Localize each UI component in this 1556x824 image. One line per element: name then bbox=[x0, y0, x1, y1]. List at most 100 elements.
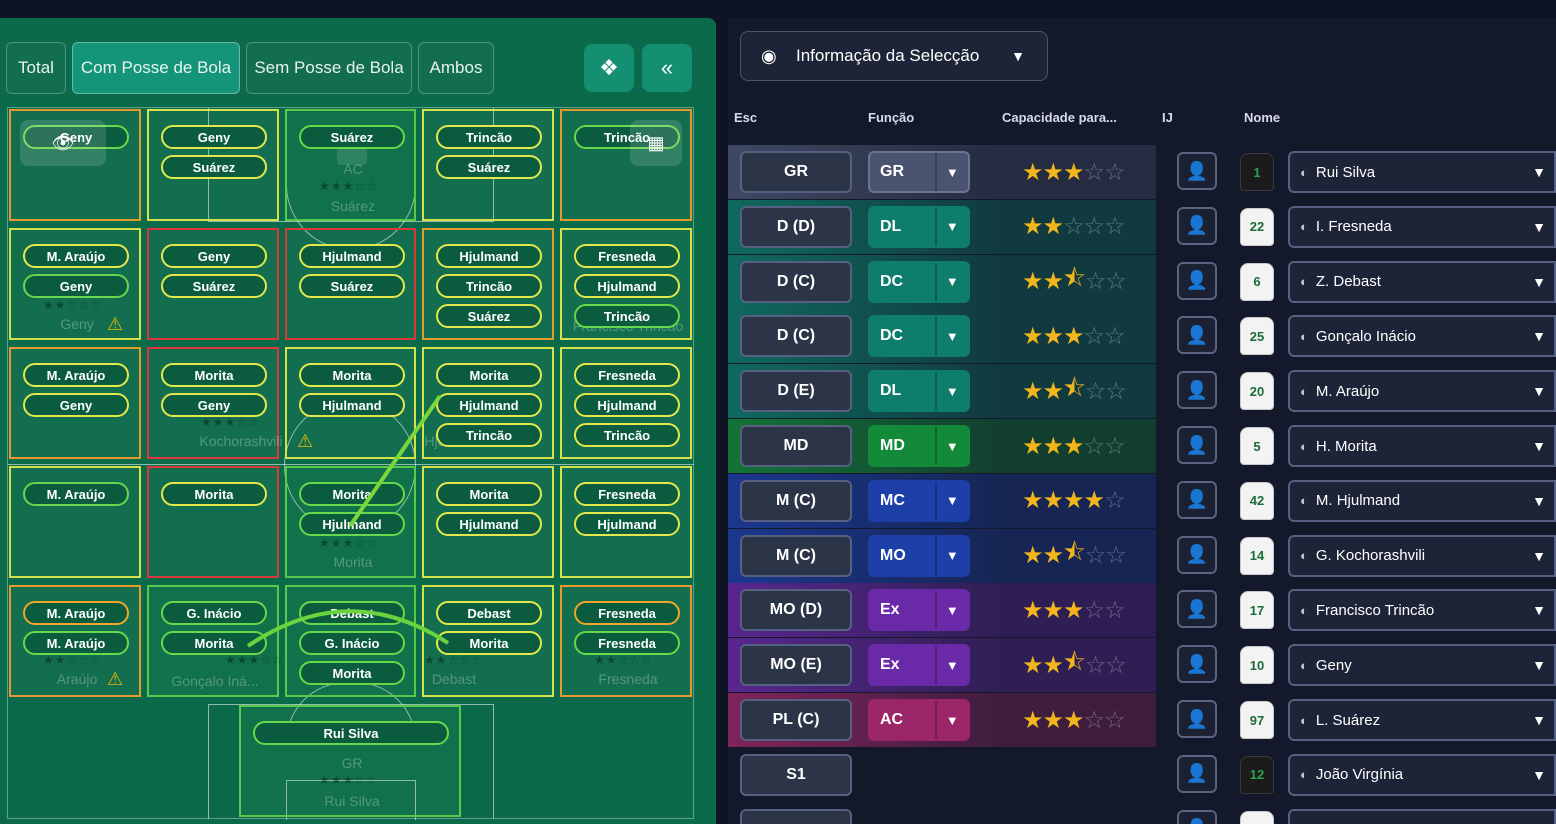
tab-sem-posse[interactable]: Sem Posse de Bola bbox=[246, 42, 412, 94]
position-slot[interactable]: GR bbox=[740, 151, 852, 193]
role-dropdown[interactable]: MO ▼ bbox=[868, 534, 970, 577]
formation-toggle-button[interactable]: ❖ bbox=[584, 44, 634, 92]
player-instructions-button[interactable]: 👤 bbox=[1177, 590, 1217, 629]
star-icon: ☆ bbox=[1104, 596, 1125, 624]
chevron-down-icon[interactable]: ▼ bbox=[1524, 315, 1556, 358]
player-name-dropdown[interactable]: ◐ Geny bbox=[1288, 644, 1528, 687]
chevron-down-icon[interactable]: ▼ bbox=[1524, 644, 1556, 687]
column-header-esc[interactable]: Esc bbox=[734, 110, 757, 125]
table-row[interactable]: D (C) DC ▼ ★ ★ ★ ☆ ☆ 👤 25 ◐ Gonçalo Inácio ▼ bbox=[728, 309, 1556, 364]
player-name-dropdown[interactable]: ◐ Z. Debast bbox=[1288, 260, 1528, 303]
table-row[interactable]: MO (D) Ex ▼ ★ ★ ★ ☆ ☆ 👤 17 ◐ Francisco Trincão ▼ bbox=[728, 583, 1556, 638]
selection-info-dropdown[interactable]: ◉ Informação da Selecção ▼ bbox=[740, 31, 1048, 81]
player-instructions-button[interactable]: 👤 bbox=[1177, 426, 1217, 464]
table-row[interactable]: PL (C) AC ▼ ★ ★ ★ ☆ ☆ 👤 97 ◐ L. Suárez ▼ bbox=[728, 693, 1556, 747]
player-name-dropdown[interactable]: ◐ M. Araújo bbox=[1288, 370, 1528, 413]
table-row[interactable]: D (E) DL ▼ ★ ★ ⯪ ☆ ☆ 👤 20 ◐ M. Araújo ▼ bbox=[728, 364, 1556, 419]
tab-com-posse[interactable]: Com Posse de Bola bbox=[72, 42, 240, 94]
chevron-down-icon[interactable]: ▼ bbox=[1524, 151, 1556, 193]
position-slot[interactable]: D (C) bbox=[740, 315, 852, 358]
shirt-number: 6 bbox=[1240, 262, 1274, 301]
chevron-down-icon[interactable]: ▼ bbox=[1524, 479, 1556, 522]
player-instructions-button[interactable]: 👤 bbox=[1177, 371, 1217, 410]
player-name-dropdown[interactable]: ◐ Francisco Trincão bbox=[1288, 589, 1528, 632]
star-icon: ★ bbox=[1063, 487, 1084, 515]
chevron-down-icon[interactable]: ▼ bbox=[1524, 425, 1556, 467]
role-dropdown[interactable]: Ex ▼ bbox=[868, 644, 970, 687]
player-name: I. Fresneda bbox=[1315, 218, 1392, 236]
table-row[interactable]: S1 👤 12 ◐ João Virgínia ▼ bbox=[728, 748, 1556, 802]
table-row[interactable]: MO (E) Ex ▼ ★ ★ ⯪ ☆ ☆ 👤 10 ◐ Geny ▼ bbox=[728, 638, 1556, 693]
player-instructions-button[interactable]: 👤 bbox=[1177, 809, 1217, 824]
position-slot[interactable]: M (C) bbox=[740, 534, 852, 577]
position-slot[interactable]: D (D) bbox=[740, 205, 852, 248]
chevron-down-icon[interactable]: ▼ bbox=[1524, 589, 1556, 632]
position-slot[interactable]: S1 bbox=[740, 753, 852, 796]
role-dropdown[interactable]: DC ▼ bbox=[868, 315, 970, 358]
role-dropdown[interactable]: DL ▼ bbox=[868, 370, 970, 413]
column-header-capacidade[interactable]: Capacidade para... bbox=[1002, 110, 1117, 125]
position-slot[interactable]: D (E) bbox=[740, 370, 852, 413]
player-instructions-button[interactable]: 👤 bbox=[1177, 754, 1217, 793]
position-slot[interactable]: D (C) bbox=[740, 260, 852, 303]
table-row[interactable]: M (C) MO ▼ ★ ★ ⯪ ☆ ☆ 👤 14 ◐ G. Kochorashvili ▼ bbox=[728, 528, 1556, 583]
chevron-down-icon[interactable]: ▼ bbox=[1524, 260, 1556, 303]
table-row[interactable]: GR GR ▼ ★ ★ ★ ☆ ☆ 👤 1 ◐ Rui Silva ▼ bbox=[728, 145, 1556, 199]
column-header-nome[interactable]: Nome bbox=[1244, 110, 1280, 125]
role-dropdown[interactable]: GR ▼ bbox=[868, 151, 970, 193]
person-icon: 👤 bbox=[1185, 160, 1209, 181]
player-name-dropdown[interactable]: ◐ L. Suárez bbox=[1288, 699, 1528, 741]
tab-ambos[interactable]: Ambos bbox=[418, 42, 494, 94]
player-instructions-button[interactable]: 👤 bbox=[1177, 535, 1217, 574]
role-dropdown[interactable]: MD ▼ bbox=[868, 425, 970, 467]
position-slot[interactable]: MO (E) bbox=[740, 644, 852, 687]
position-slot[interactable] bbox=[740, 808, 852, 824]
player-instructions-button[interactable]: 👤 bbox=[1177, 261, 1217, 300]
role-dropdown[interactable]: MC ▼ bbox=[868, 479, 970, 522]
player-instructions-button[interactable]: 👤 bbox=[1177, 645, 1217, 684]
player-instructions-button[interactable]: 👤 bbox=[1177, 152, 1217, 190]
position-slot[interactable]: MD bbox=[740, 425, 852, 467]
table-row[interactable]: D (C) DC ▼ ★ ★ ⯪ ☆ ☆ 👤 6 ◐ Z. Debast ▼ bbox=[728, 254, 1556, 309]
eye-icon: ◉ bbox=[761, 45, 777, 66]
role-dropdown[interactable]: DC ▼ bbox=[868, 260, 970, 303]
role-dropdown[interactable]: AC ▼ bbox=[868, 699, 970, 741]
player-name-dropdown[interactable]: ◐ João Virgínia bbox=[1288, 753, 1528, 796]
collapse-panel-button[interactable]: « bbox=[642, 44, 692, 92]
role-dropdown[interactable]: DL ▼ bbox=[868, 205, 970, 248]
column-header-ij[interactable]: IJ bbox=[1162, 110, 1173, 125]
player-instructions-button[interactable]: 👤 bbox=[1177, 316, 1217, 355]
grid-toggle-button[interactable]: ▦ bbox=[630, 120, 682, 166]
person-icon: 👤 bbox=[1185, 324, 1209, 345]
chevron-down-icon[interactable]: ▼ bbox=[1524, 808, 1556, 824]
player-name-dropdown[interactable]: ◐ M. Hjulmand bbox=[1288, 479, 1528, 522]
player-instructions-button[interactable]: 👤 bbox=[1177, 480, 1217, 519]
table-row[interactable]: 👤 ◐▼ bbox=[728, 803, 1556, 824]
role-dropdown[interactable]: Ex ▼ bbox=[868, 589, 970, 632]
table-row[interactable]: M (C) MC ▼ ★ ★ ★ ★ ☆ 👤 42 ◐ M. Hjulmand ▼ bbox=[728, 473, 1556, 528]
chevron-down-icon[interactable]: ▼ bbox=[1524, 205, 1556, 248]
position-slot[interactable]: MO (D) bbox=[740, 589, 852, 632]
player-name-dropdown[interactable]: ◐ Gonçalo Inácio bbox=[1288, 315, 1528, 358]
player-name-dropdown[interactable]: ◐ I. Fresneda bbox=[1288, 205, 1528, 248]
chevron-down-icon[interactable]: ▼ bbox=[1524, 534, 1556, 577]
player-instructions-button[interactable]: 👤 bbox=[1177, 700, 1217, 738]
player-name-dropdown[interactable]: ◐ H. Morita bbox=[1288, 425, 1528, 467]
chevron-down-icon[interactable]: ▼ bbox=[1524, 753, 1556, 796]
tactics-pitch-panel: Total Com Posse de Bola Sem Posse de Bol… bbox=[0, 18, 716, 824]
table-row[interactable]: MD MD ▼ ★ ★ ★ ☆ ☆ 👤 5 ◐ H. Morita ▼ bbox=[728, 419, 1556, 473]
tab-total[interactable]: Total bbox=[6, 42, 66, 94]
player-name-dropdown[interactable]: ◐ Rui Silva bbox=[1288, 151, 1528, 193]
star-icon: ☆ bbox=[1105, 268, 1126, 296]
chevron-down-icon: ▼ bbox=[1011, 48, 1025, 64]
position-slot[interactable]: PL (C) bbox=[740, 699, 852, 741]
player-name-dropdown[interactable]: ◐ G. Kochorashvili bbox=[1288, 534, 1528, 577]
chevron-down-icon[interactable]: ▼ bbox=[1524, 370, 1556, 413]
position-slot[interactable]: M (C) bbox=[740, 479, 852, 522]
chevron-down-icon[interactable]: ▼ bbox=[1524, 699, 1556, 741]
player-instructions-button[interactable]: 👤 bbox=[1177, 206, 1217, 245]
visibility-toggle-button[interactable]: 👁 bbox=[20, 120, 106, 166]
player-name-dropdown[interactable]: ◐ bbox=[1288, 808, 1528, 824]
column-header-funcao[interactable]: Função bbox=[868, 110, 914, 125]
table-row[interactable]: D (D) DL ▼ ★ ★ ☆ ☆ ☆ 👤 22 ◐ I. Fresneda ▼ bbox=[728, 199, 1556, 254]
